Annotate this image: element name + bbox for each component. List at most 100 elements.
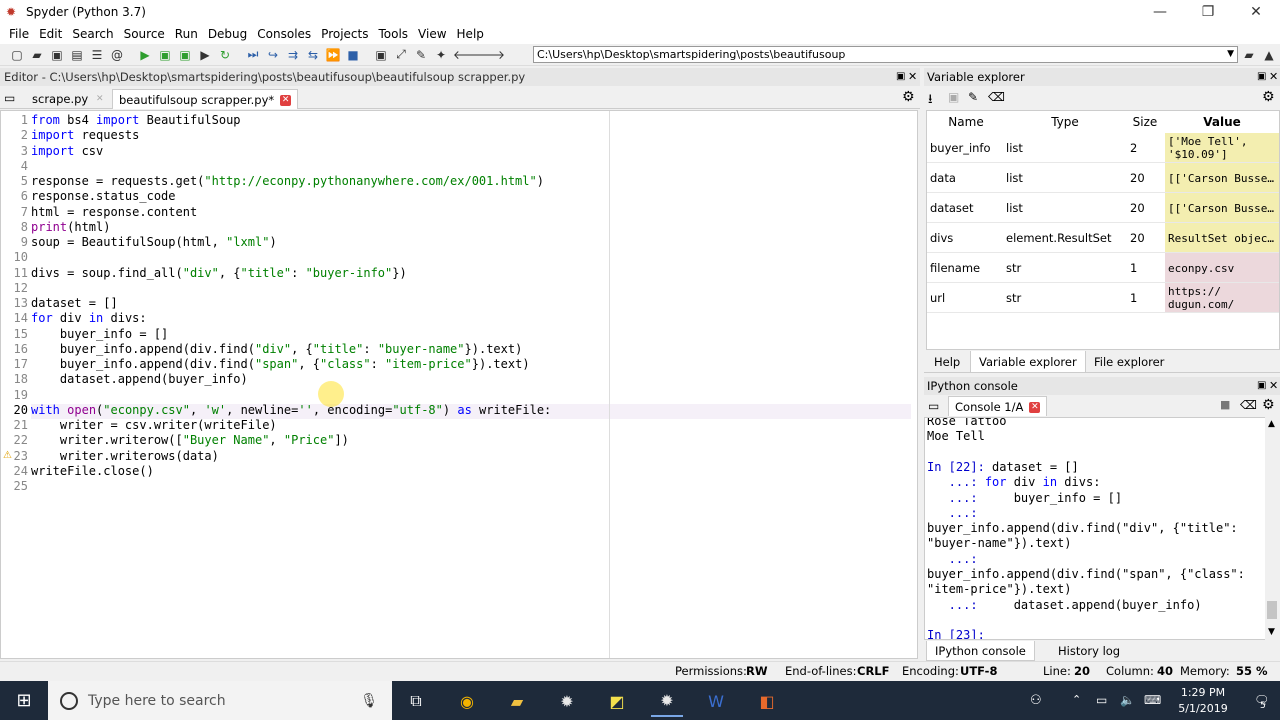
variable-value[interactable]: [['Carson Busse… xyxy=(1165,193,1279,223)
variable-name[interactable]: dataset xyxy=(927,193,1005,223)
windows-start-button[interactable]: ⊞ xyxy=(0,681,48,720)
undock-icon[interactable]: ▣ xyxy=(1257,380,1266,391)
variable-name[interactable]: buyer_info xyxy=(927,133,1005,163)
run-icon[interactable]: ▶ xyxy=(136,46,154,64)
browse-tabs-icon[interactable]: ▭ xyxy=(4,91,15,105)
variable-name[interactable]: divs xyxy=(927,223,1005,253)
tab-help[interactable]: Help xyxy=(926,351,968,373)
variable-size[interactable]: 1 xyxy=(1127,283,1165,313)
gear-icon[interactable]: ⚙ xyxy=(1262,89,1275,105)
variable-type[interactable]: element.ResultSet xyxy=(1003,223,1127,253)
close-pane-icon[interactable]: ✕ xyxy=(1269,70,1278,83)
fullscreen-icon[interactable]: ⤢ xyxy=(392,46,410,64)
microphone-icon[interactable]: 🎙 xyxy=(360,693,378,709)
chrome-icon[interactable]: ◉ xyxy=(451,685,483,717)
step-icon[interactable]: ↪ xyxy=(264,46,282,64)
variable-size[interactable]: 20 xyxy=(1127,193,1165,223)
run-cell-advance-icon[interactable]: ▣ xyxy=(176,46,194,64)
menu-source[interactable]: Source xyxy=(119,27,170,41)
menu-debug[interactable]: Debug xyxy=(203,27,252,41)
keyboard-icon[interactable]: ⌨ xyxy=(1144,693,1161,707)
close-pane-icon[interactable]: ✕ xyxy=(1269,379,1278,392)
clock-date[interactable]: 5/1/2019 xyxy=(1168,702,1238,715)
stop-icon[interactable]: ■ xyxy=(344,46,362,64)
menu-view[interactable]: View xyxy=(413,27,451,41)
browse-folder-icon[interactable]: ▰ xyxy=(1240,46,1258,64)
variable-value[interactable]: ResultSet objec… xyxy=(1165,223,1279,253)
at-icon[interactable]: @ xyxy=(108,46,126,64)
working-directory-input[interactable]: C:\Users\hp\Desktop\smartspidering\posts… xyxy=(533,46,1238,63)
gear-icon[interactable]: ⚙ xyxy=(1262,397,1275,413)
network-icon[interactable]: ▭ xyxy=(1096,693,1107,707)
volume-icon[interactable]: 🔈 xyxy=(1120,693,1135,707)
save-data-icon[interactable]: ▣ xyxy=(948,90,959,104)
save-all-icon[interactable]: ▤ xyxy=(68,46,86,64)
list-icon[interactable]: ☰ xyxy=(88,46,106,64)
variable-size[interactable]: 20 xyxy=(1127,163,1165,193)
ipython-console-output[interactable]: Rose Tattoo Moe Tell In [22]: dataset = []… xyxy=(924,417,1266,640)
variable-size[interactable]: 1 xyxy=(1127,253,1165,283)
menu-edit[interactable]: Edit xyxy=(34,27,67,41)
variable-name[interactable]: url xyxy=(927,283,1005,313)
menu-projects[interactable]: Projects xyxy=(316,27,373,41)
column-header-type[interactable]: Type xyxy=(1005,111,1125,133)
variable-name[interactable]: filename xyxy=(927,253,1005,283)
python-path-icon[interactable]: ✦ xyxy=(432,46,450,64)
save-icon[interactable]: ▣ xyxy=(48,46,66,64)
minimize-button[interactable]: — xyxy=(1136,0,1184,24)
variable-type[interactable]: list xyxy=(1003,193,1127,223)
step-into-icon[interactable]: ⇉ xyxy=(284,46,302,64)
close-icon[interactable]: ✕ xyxy=(1029,402,1041,413)
column-header-name[interactable]: Name xyxy=(927,111,1005,133)
column-header-size[interactable]: Size xyxy=(1125,111,1165,133)
run-selection-icon[interactable]: ▶ xyxy=(196,46,214,64)
close-pane-icon[interactable]: ✕ xyxy=(908,70,917,83)
stop-icon[interactable]: ■ xyxy=(1220,398,1230,411)
continue-icon[interactable]: ⏩ xyxy=(324,46,342,64)
chevron-up-icon[interactable]: ▲ xyxy=(1268,419,1275,429)
menu-file[interactable]: File xyxy=(4,27,34,41)
variable-value[interactable]: [['Carson Busse… xyxy=(1165,163,1279,193)
chevron-up-icon[interactable]: ⌃ xyxy=(1072,693,1081,706)
file-explorer-icon[interactable]: ▰ xyxy=(501,685,533,717)
clock-time[interactable]: 1:29 PM xyxy=(1168,686,1238,699)
new-file-icon[interactable]: ▢ xyxy=(8,46,26,64)
warning-icon[interactable]: ⚠ xyxy=(3,450,12,461)
undock-icon[interactable]: ▣ xyxy=(896,71,905,82)
chevron-down-icon[interactable]: ▼ xyxy=(1227,47,1234,62)
people-icon[interactable]: ⚇ xyxy=(1030,693,1042,708)
column-header-value[interactable]: Value xyxy=(1165,111,1279,133)
run-cell-icon[interactable]: ▣ xyxy=(156,46,174,64)
forward-arrow-icon[interactable]: 🡒 xyxy=(473,46,505,64)
import-data-icon[interactable]: ⭳ xyxy=(928,90,933,112)
open-file-icon[interactable]: ▰ xyxy=(28,46,46,64)
scrollbar-thumb[interactable] xyxy=(1267,601,1277,619)
maximize-button[interactable]: ❐ xyxy=(1184,0,1232,24)
chevron-down-icon[interactable]: ▼ xyxy=(1268,627,1275,637)
preferences-icon[interactable]: ✎ xyxy=(412,46,430,64)
spyder-taskbar-icon[interactable]: ✹ xyxy=(551,685,583,717)
undock-icon[interactable]: ▣ xyxy=(1257,71,1266,82)
tab-scrape[interactable]: scrape.py ✕ xyxy=(26,89,111,109)
spyder-active-taskbar-icon[interactable]: ✹ xyxy=(651,685,683,717)
variable-type[interactable]: str xyxy=(1003,253,1127,283)
maximize-pane-icon[interactable]: ▣ xyxy=(372,46,390,64)
tab-history-log[interactable]: History log xyxy=(1050,641,1128,661)
tab-variable-explorer[interactable]: Variable explorer xyxy=(970,351,1086,373)
variable-name[interactable]: data xyxy=(927,163,1005,193)
erase-icon[interactable]: ⌫ xyxy=(988,90,1005,104)
variable-type[interactable]: str xyxy=(1003,283,1127,313)
variable-value[interactable]: econpy.csv xyxy=(1165,253,1279,283)
tab-ipython-console[interactable]: IPython console xyxy=(926,641,1035,661)
console-scrollbar[interactable]: ▲ ▼ xyxy=(1265,417,1279,640)
taskbar-search-box[interactable]: Type here to search 🎙 xyxy=(48,681,392,720)
step-return-icon[interactable]: ⇆ xyxy=(304,46,322,64)
menu-consoles[interactable]: Consoles xyxy=(252,27,316,41)
variable-size[interactable]: 2 xyxy=(1127,133,1165,163)
variable-value[interactable]: ['Moe Tell', '$10.09'] xyxy=(1165,133,1279,163)
close-icon[interactable]: ✕ xyxy=(94,94,105,105)
tab-beautifulsoup-scrapper[interactable]: beautifulsoup scrapper.py* ✕ xyxy=(112,89,299,109)
variable-type[interactable]: list xyxy=(1003,163,1127,193)
close-button[interactable]: ✕ xyxy=(1232,0,1280,24)
word-icon[interactable]: W xyxy=(700,685,732,717)
